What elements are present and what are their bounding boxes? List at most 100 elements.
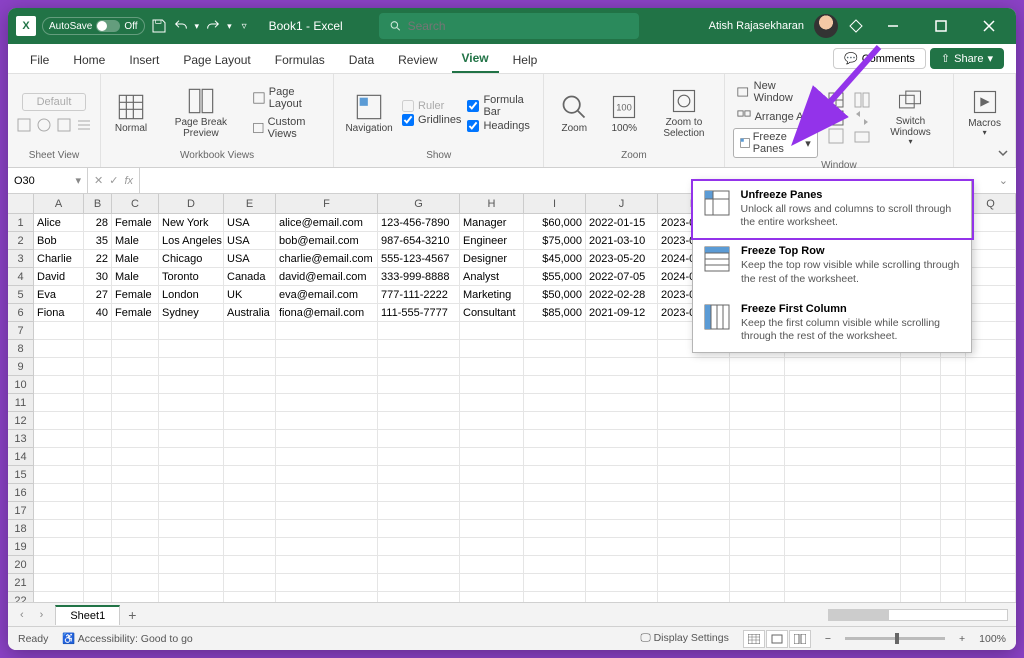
cell[interactable] <box>966 250 1016 268</box>
cell[interactable] <box>34 394 84 412</box>
cell[interactable] <box>730 394 785 412</box>
cell[interactable] <box>112 448 159 466</box>
cell[interactable] <box>966 484 1016 502</box>
cell[interactable] <box>276 466 378 484</box>
cell[interactable]: Sydney <box>159 304 224 322</box>
cell[interactable] <box>159 538 224 556</box>
cell[interactable]: david@email.com <box>276 268 378 286</box>
cell[interactable] <box>34 592 84 602</box>
cell[interactable] <box>112 358 159 376</box>
select-all-corner[interactable] <box>8 194 34 213</box>
cell[interactable] <box>901 394 941 412</box>
row-header[interactable]: 15 <box>8 466 34 484</box>
col-header[interactable]: Q <box>966 194 1016 213</box>
cell[interactable] <box>966 520 1016 538</box>
cell[interactable] <box>84 592 112 602</box>
cell[interactable] <box>785 430 901 448</box>
col-header[interactable]: H <box>460 194 524 213</box>
cell[interactable] <box>112 376 159 394</box>
cell[interactable]: $55,000 <box>524 268 586 286</box>
cell[interactable] <box>84 574 112 592</box>
cell[interactable] <box>524 502 586 520</box>
cell[interactable] <box>112 466 159 484</box>
cell[interactable] <box>966 538 1016 556</box>
cell[interactable] <box>785 466 901 484</box>
cell[interactable] <box>941 448 966 466</box>
cell[interactable]: Consultant <box>460 304 524 322</box>
cell[interactable]: 123-456-7890 <box>378 214 460 232</box>
cell[interactable] <box>112 592 159 602</box>
cell[interactable] <box>524 466 586 484</box>
cell[interactable] <box>730 520 785 538</box>
cell[interactable] <box>658 556 730 574</box>
col-header[interactable]: E <box>224 194 276 213</box>
cell[interactable] <box>159 340 224 358</box>
cell[interactable] <box>276 538 378 556</box>
cell[interactable] <box>276 520 378 538</box>
keep-icon[interactable] <box>16 117 32 133</box>
cell[interactable]: $60,000 <box>524 214 586 232</box>
cell[interactable] <box>159 358 224 376</box>
cell[interactable] <box>586 448 658 466</box>
sync-scroll-icon[interactable] <box>854 110 870 126</box>
cell[interactable]: 987-654-3210 <box>378 232 460 250</box>
cell[interactable] <box>941 574 966 592</box>
cell[interactable]: Female <box>112 286 159 304</box>
cell[interactable] <box>276 412 378 430</box>
cell[interactable] <box>785 502 901 520</box>
cell[interactable] <box>730 502 785 520</box>
cell[interactable] <box>785 412 901 430</box>
cell[interactable]: $50,000 <box>524 286 586 304</box>
tab-home[interactable]: Home <box>63 47 115 73</box>
cell[interactable] <box>966 502 1016 520</box>
cell[interactable]: Female <box>112 214 159 232</box>
cell[interactable] <box>159 394 224 412</box>
reset-pos-icon[interactable] <box>854 128 870 144</box>
cell[interactable]: 28 <box>84 214 112 232</box>
cell[interactable] <box>524 430 586 448</box>
row-header[interactable]: 11 <box>8 394 34 412</box>
cell[interactable] <box>966 412 1016 430</box>
comments-button[interactable]: 💬Comments <box>833 48 926 69</box>
zoom-100-button[interactable]: 100100% <box>602 80 646 146</box>
fx-icon[interactable]: fx <box>124 175 133 187</box>
page-break-view-icon[interactable] <box>789 630 811 648</box>
cell[interactable] <box>730 556 785 574</box>
tab-file[interactable]: File <box>20 47 59 73</box>
cell[interactable] <box>159 592 224 602</box>
exit-icon[interactable] <box>36 117 52 133</box>
cell[interactable] <box>84 466 112 484</box>
row-header[interactable]: 18 <box>8 520 34 538</box>
row-header[interactable]: 6 <box>8 304 34 322</box>
diamond-icon[interactable] <box>848 18 864 34</box>
options-icon[interactable] <box>76 117 92 133</box>
sheet-next-icon[interactable]: › <box>36 609 48 621</box>
cell[interactable] <box>224 520 276 538</box>
cell[interactable] <box>658 484 730 502</box>
cell[interactable] <box>524 376 586 394</box>
cell[interactable] <box>901 592 941 602</box>
cell[interactable] <box>966 286 1016 304</box>
page-layout-button[interactable]: Page Layout <box>249 84 325 112</box>
cell[interactable] <box>460 322 524 340</box>
cell[interactable] <box>224 502 276 520</box>
cell[interactable] <box>785 448 901 466</box>
cell[interactable] <box>276 322 378 340</box>
cell[interactable] <box>378 430 460 448</box>
cell[interactable] <box>276 448 378 466</box>
cell[interactable] <box>941 538 966 556</box>
freeze-first-col-item[interactable]: Freeze First ColumnKeep the first column… <box>693 295 971 352</box>
cell[interactable] <box>276 430 378 448</box>
cell[interactable] <box>84 448 112 466</box>
col-header[interactable]: J <box>586 194 658 213</box>
cell[interactable] <box>84 538 112 556</box>
cell[interactable]: Male <box>112 232 159 250</box>
page-break-button[interactable]: Page Break Preview <box>159 80 243 146</box>
cell[interactable]: 22 <box>84 250 112 268</box>
cell[interactable] <box>34 322 84 340</box>
cell[interactable] <box>901 358 941 376</box>
cell[interactable]: Eva <box>34 286 84 304</box>
cell[interactable] <box>224 376 276 394</box>
cell[interactable] <box>901 412 941 430</box>
col-header[interactable]: G <box>378 194 460 213</box>
